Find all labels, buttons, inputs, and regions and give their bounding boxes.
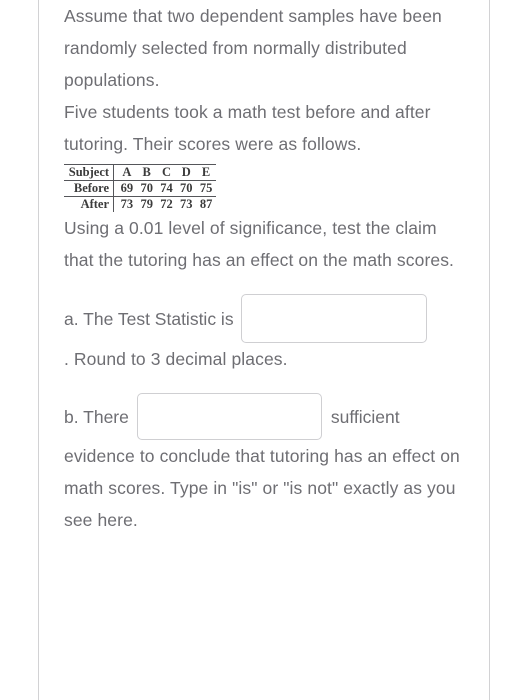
after-score-c: 72 <box>160 197 173 211</box>
scores-table-wrapper: Subject A B C D E Before 69 70 74 70 75 … <box>64 164 216 212</box>
conclusion-input[interactable] <box>136 393 322 440</box>
assumption-paragraph: Assume that two dependent samples have b… <box>64 6 442 90</box>
table-row: After 73 79 72 73 87 <box>64 196 216 212</box>
table-row-header: Subject A B C D E <box>64 164 216 181</box>
subject-b-header: B <box>136 164 157 181</box>
part-a-label: a. The Test Statistic is <box>64 308 234 329</box>
before-score-a: 69 <box>113 180 137 197</box>
after-score-b: 79 <box>140 197 153 211</box>
scores-table: Subject A B C D E Before 69 70 74 70 75 … <box>64 164 216 212</box>
question-content: Assume that two dependent samples have b… <box>64 0 468 536</box>
task-paragraph: Using a 0.01 level of significance, test… <box>64 218 455 270</box>
conclusion-paragraph: evidence to conclude that tutoring has a… <box>64 446 460 530</box>
subject-d-header: D <box>176 164 197 181</box>
after-score-a: 73 <box>120 197 134 211</box>
table-header-label: Subject <box>64 164 115 181</box>
table-row: Before 69 70 74 70 75 <box>64 180 216 197</box>
part-a-row: a. The Test Statistic is <box>64 294 468 343</box>
before-score-c: 74 <box>156 180 177 197</box>
part-b-label-after: sufficient <box>330 406 400 427</box>
rounding-note: . Round to 3 decimal places. <box>64 349 288 369</box>
question-page: Assume that two dependent samples have b… <box>0 0 528 700</box>
subject-e-header: E <box>196 164 216 181</box>
part-b-row: b. There sufficient <box>64 393 468 440</box>
column-rule-right <box>489 0 490 700</box>
after-score-d: 73 <box>180 197 193 211</box>
before-row-label: Before <box>64 180 115 197</box>
before-score-d: 70 <box>176 180 197 197</box>
after-row-label: After <box>64 196 115 212</box>
column-rule-left <box>38 0 39 700</box>
setup-paragraph: Five students took a math test before an… <box>64 102 431 154</box>
after-score-e: 87 <box>199 197 213 211</box>
before-score-b: 70 <box>136 180 157 197</box>
before-score-e: 75 <box>196 180 216 197</box>
part-b-label-before: b. There <box>64 406 129 427</box>
subject-a-header: A <box>113 164 137 181</box>
test-statistic-input[interactable] <box>240 294 427 343</box>
subject-c-header: C <box>156 164 177 181</box>
